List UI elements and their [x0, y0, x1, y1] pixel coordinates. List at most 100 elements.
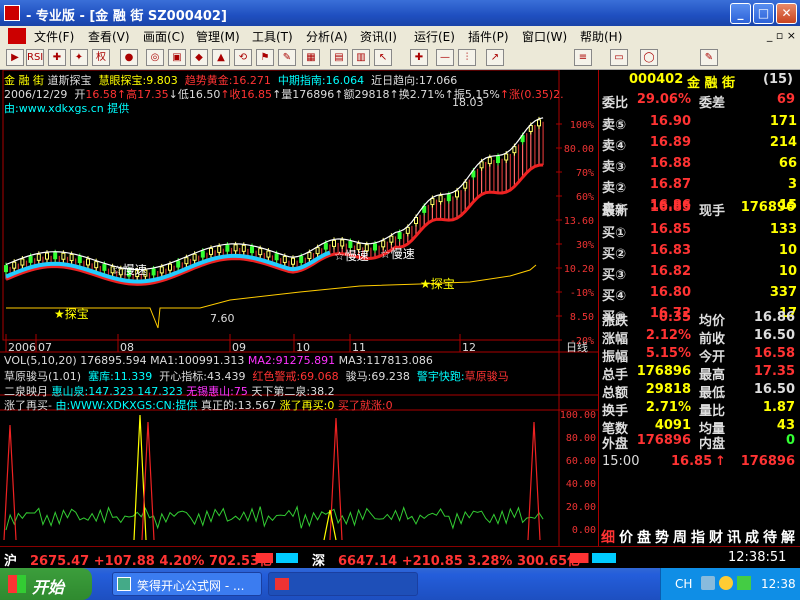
sell-row[interactable]: 卖⑤ 16.90 171: [599, 114, 800, 133]
toolbar-button[interactable]: ▣: [168, 49, 186, 66]
toolbar-button[interactable]: ✦: [70, 49, 88, 66]
candle-body: [496, 156, 500, 164]
toolbar-button[interactable]: —: [436, 49, 454, 66]
buy-volume: 337: [769, 285, 797, 300]
inner-value: 0: [785, 433, 795, 448]
menu-window[interactable]: 窗口(W): [522, 28, 567, 45]
app-icon: [4, 5, 20, 21]
toolbar-button[interactable]: ↗: [486, 49, 504, 66]
toolbar-button[interactable]: ▤: [330, 49, 348, 66]
buy-row[interactable]: 买② 16.83 10: [599, 243, 800, 262]
menu-help[interactable]: 帮助(H): [580, 28, 622, 45]
bottom-axis-label: 40.00: [566, 479, 596, 490]
candle-body: [209, 247, 213, 255]
candle-body: [348, 240, 353, 248]
chart-area[interactable]: 100% 80.00 70% 60% 13.60 30% 10.20 -10% 8.50 -20%…: [0, 70, 598, 546]
close-button[interactable]: ✕: [776, 3, 797, 24]
x-axis-label: 12: [462, 341, 476, 354]
toolbar-button[interactable]: ⫶: [458, 49, 476, 66]
doc-icon[interactable]: [8, 28, 26, 44]
quote-tab[interactable]: 财: [709, 527, 723, 547]
stat-row: 总额 29818 最低 16.50: [599, 382, 800, 401]
toolbar-button[interactable]: 权: [92, 49, 110, 66]
toolbar-button[interactable]: ▶: [6, 49, 24, 66]
toolbar-button[interactable]: RSI: [26, 49, 44, 66]
candle-body: [373, 243, 377, 251]
toolbar-button[interactable]: ✚: [410, 49, 428, 66]
menu-plugins[interactable]: 插件(P): [468, 28, 509, 45]
candle-body: [36, 253, 41, 261]
sell-row[interactable]: 卖② 16.87 3: [599, 177, 800, 196]
toolbar-button[interactable]: ⟲: [234, 49, 252, 66]
toolbar-button[interactable]: ↖: [374, 49, 392, 66]
toolbar-button[interactable]: ▲: [212, 49, 230, 66]
x-axis-label: 10: [296, 341, 310, 354]
title-bar: - 专业版 - [金 融 街 SZ000402] _ □ ✕: [0, 0, 800, 26]
quote-tab[interactable]: 待: [763, 527, 777, 547]
sub1-segment: 塞库:11.339: [88, 370, 153, 383]
stat-row: 涨幅 2.12% 前收 16.50: [599, 328, 800, 347]
y-axis-label: 80.00: [564, 144, 594, 155]
bottom-axis-label: 100.00: [560, 410, 596, 421]
toolbar-button[interactable]: ◆: [190, 49, 208, 66]
sz-label: 深: [312, 554, 326, 569]
toolbar-button[interactable]: ▭: [610, 49, 628, 66]
bottom-segment: 涨了再买:0: [279, 399, 338, 412]
quote-tab[interactable]: 讯: [727, 527, 741, 547]
input-language[interactable]: CH: [675, 577, 692, 591]
quote-tab[interactable]: 成: [745, 527, 759, 547]
toolbar-button[interactable]: ◎: [146, 49, 164, 66]
toolbar-button[interactable]: ⚑: [256, 49, 274, 66]
maximize-button[interactable]: □: [753, 3, 774, 24]
quote-tab[interactable]: 细: [601, 527, 615, 547]
quote-tab[interactable]: 盘: [637, 527, 651, 547]
toolbar-button[interactable]: ✎: [700, 49, 718, 66]
y-axis-label: 8.50: [570, 312, 594, 323]
y-axis-label: 100%: [570, 120, 594, 131]
start-button[interactable]: 开始: [0, 568, 92, 600]
volume-segment: MA3:: [338, 354, 367, 367]
stat-row: 换手 2.71% 量比 1.87: [599, 400, 800, 419]
menu-info[interactable]: 资讯(I): [360, 28, 397, 45]
toolbar-button[interactable]: ✎: [278, 49, 296, 66]
tray-icon-2[interactable]: [719, 576, 733, 590]
toolbar-button[interactable]: ≡: [574, 49, 592, 66]
menu-file[interactable]: 文件(F): [34, 28, 74, 45]
quote-tab[interactable]: 指: [691, 527, 705, 547]
menu-analysis[interactable]: 分析(A): [306, 28, 348, 45]
buy-row[interactable]: 买④ 16.80 337: [599, 285, 800, 304]
stat-row: 总手 176896 最高 17.35: [599, 364, 800, 383]
quote-summary-segment: 16.85: [240, 88, 273, 101]
tray-icon-3[interactable]: [737, 576, 751, 590]
signal-spike: [133, 414, 147, 541]
sell-row[interactable]: 卖③ 16.88 66: [599, 156, 800, 175]
stat-cell: 17.35: [753, 364, 795, 379]
chart-canvas[interactable]: 100%80.0070%60%13.6030%10.20-10%8.50-20%…: [0, 70, 598, 546]
quote-tab[interactable]: 价: [619, 527, 633, 547]
bottom-segment: 买了就涨:0: [337, 399, 393, 412]
menu-run[interactable]: 运行(E): [414, 28, 455, 45]
buy-row[interactable]: 买③ 16.82 10: [599, 264, 800, 283]
menu-tools[interactable]: 工具(T): [252, 28, 293, 45]
candle-body: [168, 263, 172, 271]
quote-tab[interactable]: 周: [673, 527, 687, 547]
menu-canvas[interactable]: 画面(C): [143, 28, 185, 45]
toolbar-button[interactable]: ●: [120, 49, 138, 66]
tray-icon-1[interactable]: [701, 576, 715, 590]
sell-row[interactable]: 卖④ 16.89 214: [599, 135, 800, 154]
candle-body: [250, 246, 254, 254]
quote-tab[interactable]: 势: [655, 527, 669, 547]
system-tray: CH 12:38: [660, 568, 800, 600]
taskbar-item-app[interactable]: [268, 572, 418, 596]
buy-row[interactable]: 买① 16.85 133: [599, 222, 800, 241]
mdi-buttons[interactable]: _ ▫ ×: [767, 29, 796, 42]
minimize-button[interactable]: _: [730, 3, 751, 24]
toolbar-button[interactable]: ▥: [352, 49, 370, 66]
toolbar-button[interactable]: ◯: [640, 49, 658, 66]
menu-view[interactable]: 查看(V): [88, 28, 130, 45]
quote-tab[interactable]: 解: [781, 527, 795, 547]
taskbar-item-browser[interactable]: 笑得开心公式网 - ...: [112, 572, 262, 596]
toolbar-button[interactable]: ✚: [48, 49, 66, 66]
menu-manage[interactable]: 管理(M): [196, 28, 240, 45]
toolbar-button[interactable]: ▦: [302, 49, 320, 66]
